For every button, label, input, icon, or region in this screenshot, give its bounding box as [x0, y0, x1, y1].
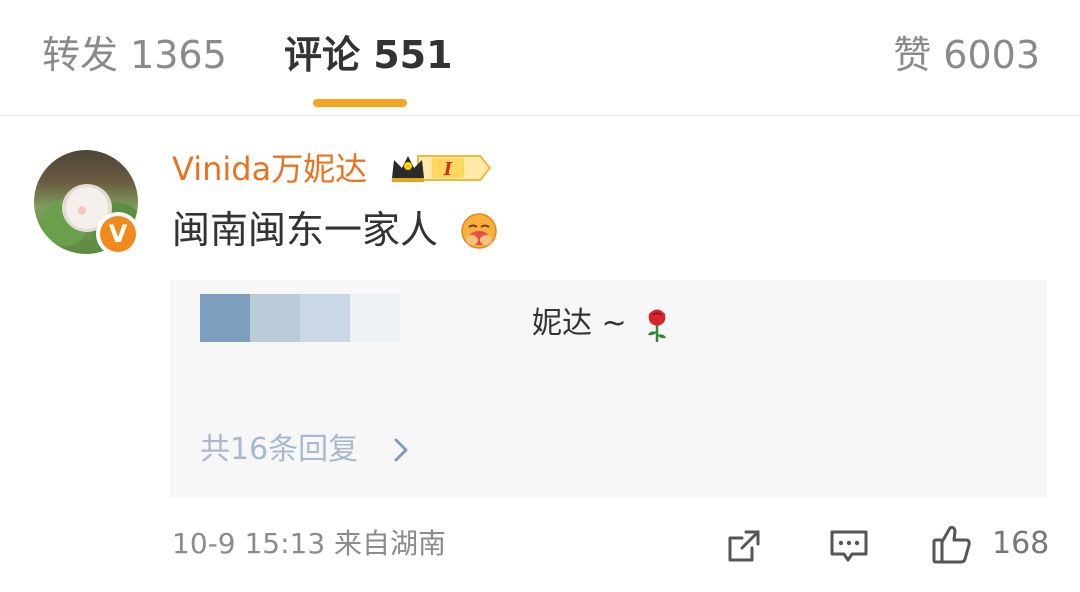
comment-screen: 转发 1365 评论 551 赞 6003 V Vinida万妮达 I 闽南闽东…	[0, 0, 1080, 592]
tab-bar: 转发 1365 评论 551 赞 6003	[0, 0, 1080, 116]
tab-comments[interactable]: 评论 551	[284, 30, 453, 80]
view-more-replies[interactable]: 共16条回复	[200, 430, 358, 470]
verified-v-icon: V	[100, 216, 136, 252]
hug-emoji-icon	[461, 213, 497, 249]
verified-badge: V	[96, 212, 140, 256]
comment-icon[interactable]	[828, 526, 870, 566]
thumbs-up-icon[interactable]	[930, 522, 974, 566]
share-icon[interactable]	[724, 526, 764, 566]
comment-text: 闽南闽东一家人	[172, 208, 439, 252]
active-tab-indicator	[313, 99, 407, 107]
divider	[0, 115, 1080, 116]
like-count[interactable]: 168	[992, 524, 1049, 564]
rose-icon	[648, 309, 666, 342]
reply-preview-box[interactable]: 妮达 ~ 共16条回复	[170, 280, 1047, 498]
reply-snippet: 妮达 ~	[532, 306, 627, 341]
chevron-right-icon[interactable]	[392, 430, 410, 470]
timestamp-location: 10-9 15:13 来自湖南	[172, 527, 447, 560]
tab-likes[interactable]: 赞 6003	[893, 30, 1040, 80]
tab-repost[interactable]: 转发 1365	[42, 30, 227, 80]
blurred-username	[200, 294, 400, 342]
level-badge-label: I	[443, 159, 453, 180]
crown-level-icon[interactable]: I	[388, 148, 492, 188]
username[interactable]: Vinida万妮达	[172, 148, 367, 190]
